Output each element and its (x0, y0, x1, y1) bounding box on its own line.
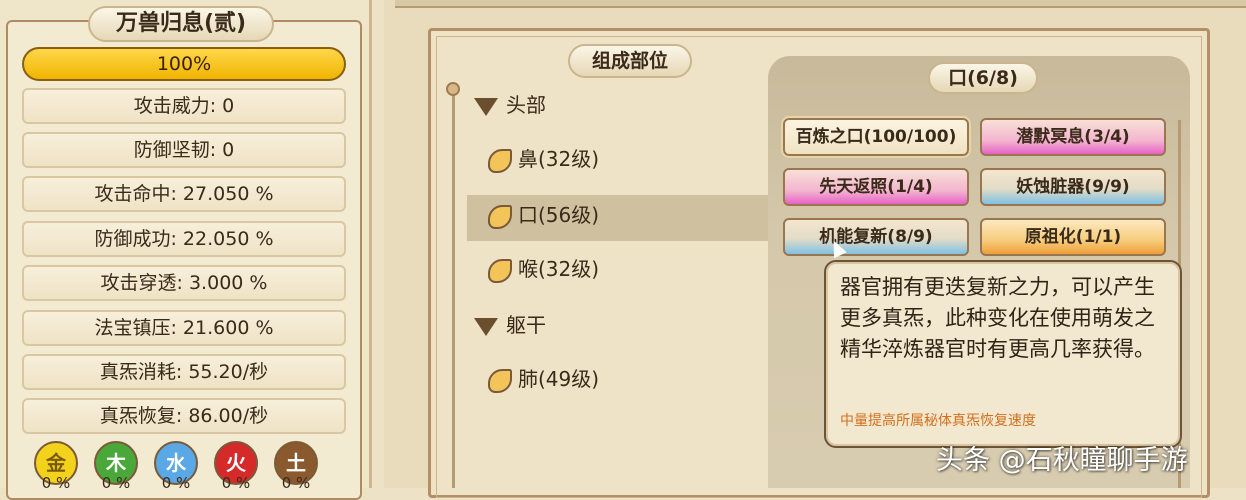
stat-qi-consumption: 真炁消耗: 55.20/秒 (22, 354, 346, 390)
organ-trait-button[interactable]: 原祖化(1/1) (980, 218, 1166, 256)
stat-defense-toughness: 防御坚韧: 0 (22, 132, 346, 168)
organ-icon (488, 368, 512, 393)
part-label: 口(56级) (518, 203, 600, 227)
organ-trait-button[interactable]: 机能复新(8/9) (783, 218, 969, 256)
tooltip-description: 器官拥有更迭复新之力，可以产生更多真炁，此种变化在使用萌发之精华淬炼器官时有更高… (840, 275, 1155, 361)
organ-panel-title: 口(6/8) (928, 62, 1038, 94)
element-metal-percent: 0 % (41, 474, 71, 492)
part-item-mouth[interactable]: 口(56级) (488, 196, 599, 234)
progress-bar: 100% (22, 47, 346, 81)
organ-icon (488, 148, 512, 173)
part-item-nose[interactable]: 鼻(32级) (488, 140, 599, 178)
stat-hit-rate: 攻击命中: 27.050 % (22, 176, 346, 212)
watermark: 头条 @石秋瞳聊手游 (936, 445, 1188, 476)
top-rail (395, 0, 1246, 8)
element-wood-percent: 0 % (101, 474, 131, 492)
tree-scroll-handle[interactable] (446, 82, 460, 96)
category-label: 头部 (506, 93, 546, 117)
tree-scrollbar[interactable] (452, 88, 455, 488)
stat-qi-recovery: 真炁恢复: 86.00/秒 (22, 398, 346, 434)
part-item-lung[interactable]: 肺(49级) (488, 360, 599, 398)
element-fire-percent: 0 % (221, 474, 251, 492)
organ-trait-button[interactable]: 潜默冥息(3/4) (980, 118, 1166, 156)
stat-attack-power: 攻击威力: 0 (22, 88, 346, 124)
element-earth-percent: 0 % (281, 474, 311, 492)
organ-icon (488, 258, 512, 283)
part-label: 肺(49级) (518, 367, 600, 391)
tooltip-effect-note: 中量提高所属秘体真炁恢复速度 (840, 413, 1036, 429)
category-torso[interactable]: 躯干 (474, 308, 546, 342)
organ-icon (488, 204, 512, 229)
organ-trait-button[interactable]: 先天返照(1/4) (783, 168, 969, 206)
technique-title: 万兽归息(贰) (88, 6, 274, 42)
expand-triangle-icon (474, 97, 498, 116)
part-label: 喉(32级) (518, 257, 600, 281)
part-label: 鼻(32级) (518, 147, 600, 171)
organ-trait-button[interactable]: 百炼之口(100/100) (781, 116, 971, 158)
stat-penetration: 攻击穿透: 3.000 % (22, 265, 346, 301)
stat-artifact-suppression: 法宝镇压: 21.600 % (22, 310, 346, 346)
element-water-percent: 0 % (161, 474, 191, 492)
category-label: 躯干 (506, 313, 546, 337)
stat-defense-success: 防御成功: 22.050 % (22, 221, 346, 257)
parts-title: 组成部位 (568, 44, 692, 78)
part-item-throat[interactable]: 喉(32级) (488, 250, 599, 288)
progress-label: 100% (156, 53, 212, 75)
expand-triangle-icon (474, 317, 498, 336)
category-head[interactable]: 头部 (474, 88, 546, 122)
organ-trait-button[interactable]: 妖蚀脏器(9/9) (980, 168, 1166, 206)
